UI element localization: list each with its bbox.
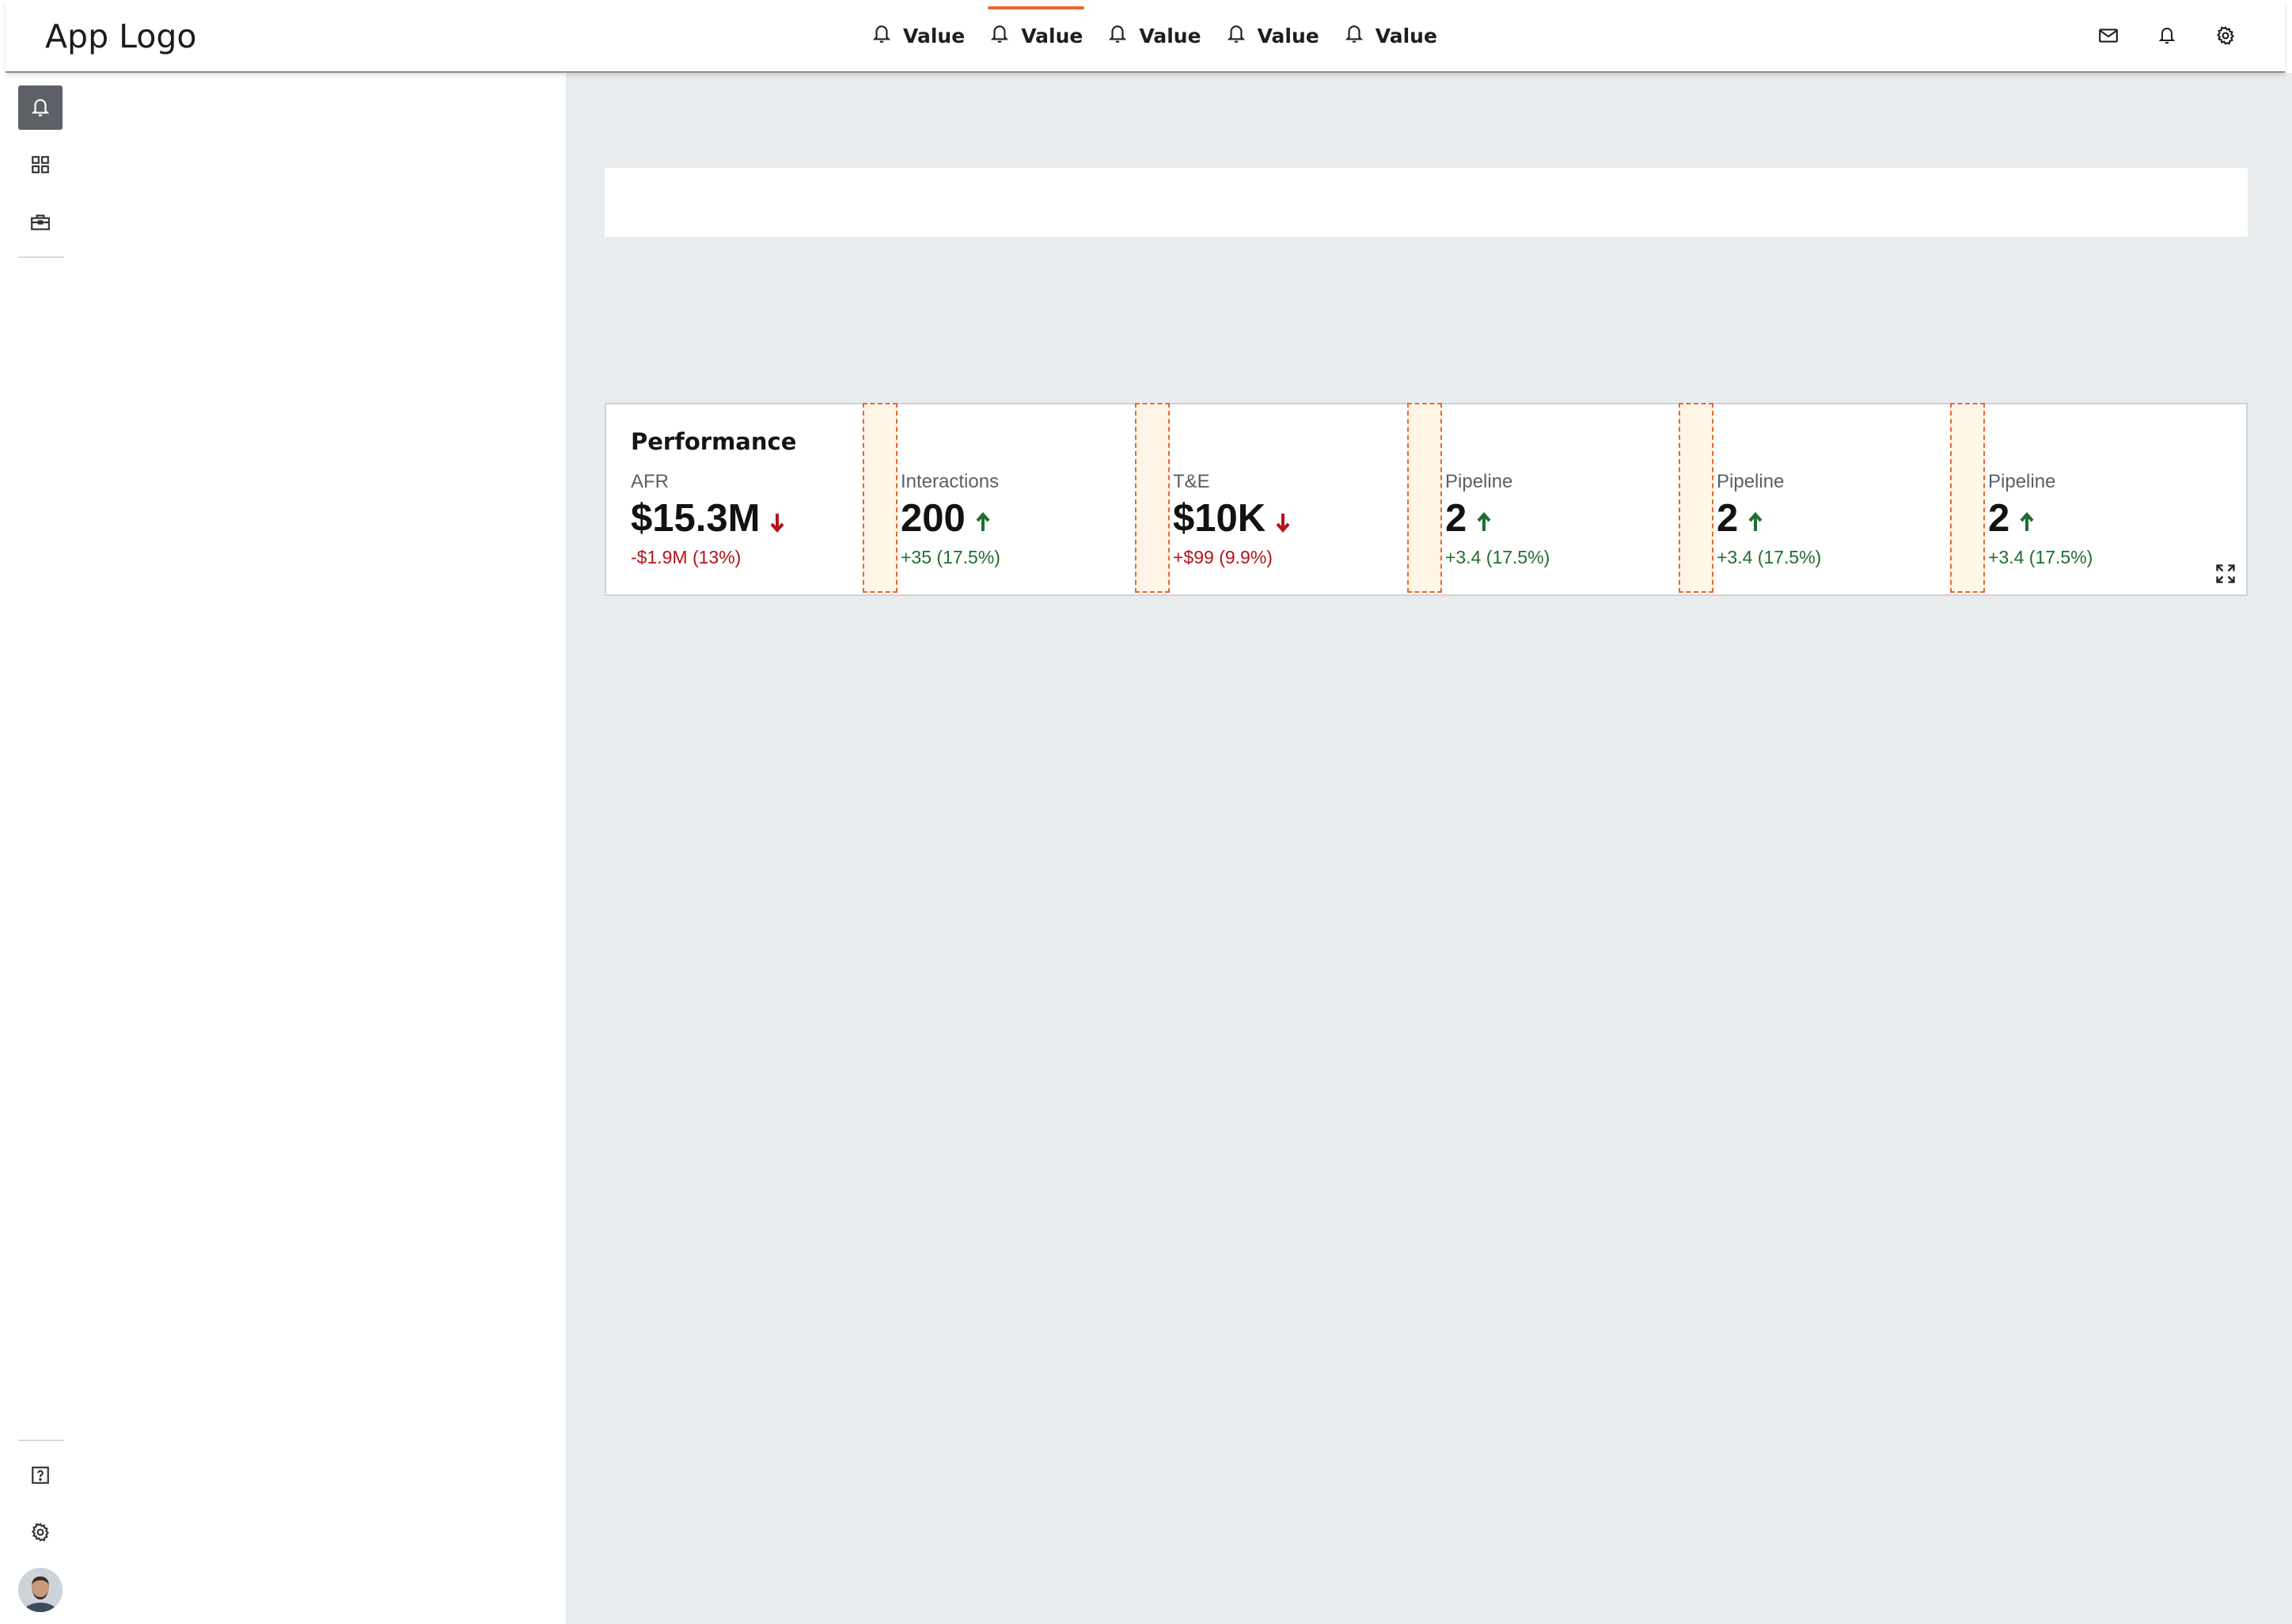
metric-label: T&E [1173, 471, 1210, 492]
side-panel [82, 73, 567, 1624]
rail-divider [18, 1440, 64, 1441]
metric-value: 200 [901, 497, 966, 540]
rail-item-notifications[interactable] [18, 85, 63, 130]
arrow-up-icon [1476, 511, 1492, 533]
rail-item-portfolio[interactable] [18, 200, 63, 245]
metric-delta: +3.4 (17.5%) [1445, 547, 1550, 567]
top-actions [2098, 0, 2236, 71]
bell-icon [989, 23, 1010, 45]
gear-icon[interactable] [2215, 25, 2236, 46]
arrow-up-icon [2019, 511, 2035, 533]
spacing-marker [863, 403, 897, 593]
bell-icon [1344, 23, 1364, 45]
metric-label: Pipeline [1445, 471, 1513, 492]
spacing-marker [1135, 403, 1170, 593]
avatar[interactable] [18, 1568, 63, 1612]
metric-value: 2 [1445, 497, 1467, 540]
metric-delta: +35 (17.5%) [901, 547, 1000, 567]
metric-value: 2 [1988, 497, 2010, 540]
spacing-marker [1679, 403, 1713, 593]
metric-label: AFR [631, 471, 669, 492]
app-logo[interactable]: App Logo [45, 17, 196, 55]
grid-icon [30, 154, 51, 175]
top-nav: Value Value Value Value Value [871, 0, 1462, 71]
rail-item-dashboard[interactable] [18, 142, 63, 187]
bell-icon [871, 23, 892, 45]
bell-icon[interactable] [2157, 25, 2177, 46]
nav-item-5[interactable]: Value [1344, 0, 1437, 71]
rail-item-settings[interactable] [18, 1510, 63, 1554]
spacing-marker [1950, 403, 1985, 593]
main-content: Performance AFR $15.3M -$1.9M (13%) Inte… [567, 73, 2292, 1624]
nav-item-4[interactable]: Value [1226, 0, 1319, 71]
metric-value: 2 [1717, 497, 1739, 540]
arrow-down-icon [1275, 511, 1291, 533]
gear-icon [30, 1522, 51, 1542]
nav-item-label: Value [1257, 24, 1319, 47]
metric-label: Interactions [901, 471, 1000, 492]
bell-icon [1226, 23, 1247, 45]
spacing-marker [1407, 403, 1442, 593]
nav-item-3[interactable]: Value [1107, 0, 1201, 71]
metric-value: $15.3M [631, 497, 761, 540]
nav-item-label: Value [1375, 24, 1437, 47]
rail-divider [18, 256, 64, 258]
performance-card: Performance AFR $15.3M -$1.9M (13%) Inte… [605, 403, 2248, 596]
metric-label: Pipeline [1717, 471, 1785, 492]
briefcase-icon [30, 212, 51, 233]
metric-delta: +$99 (9.9%) [1173, 547, 1273, 567]
filter-bar [605, 168, 2248, 237]
metric-value: $10K [1173, 497, 1266, 540]
metric-delta: +3.4 (17.5%) [1988, 547, 2093, 567]
mail-icon[interactable] [2098, 25, 2119, 46]
performance-title: Performance [631, 428, 797, 455]
nav-item-label: Value [1139, 24, 1201, 47]
nav-item-label: Value [903, 24, 966, 47]
rail-item-help[interactable] [18, 1453, 63, 1497]
metric-delta: +3.4 (17.5%) [1717, 547, 1822, 567]
left-rail [6, 73, 82, 1624]
help-icon [30, 1465, 51, 1486]
nav-item-label: Value [1021, 24, 1083, 47]
arrow-down-icon [769, 511, 785, 533]
bell-icon [1107, 23, 1128, 45]
top-bar: App Logo Value Value Value Value Value [6, 0, 2285, 73]
arrow-up-icon [975, 511, 991, 533]
expand-icon[interactable] [2214, 563, 2237, 585]
metric-delta: -$1.9M (13%) [631, 547, 742, 567]
arrow-up-icon [1747, 511, 1763, 533]
metric-label: Pipeline [1988, 471, 2056, 492]
nav-item-2[interactable]: Value [988, 0, 1085, 71]
bell-icon [30, 97, 51, 119]
nav-item-1[interactable]: Value [871, 0, 965, 71]
